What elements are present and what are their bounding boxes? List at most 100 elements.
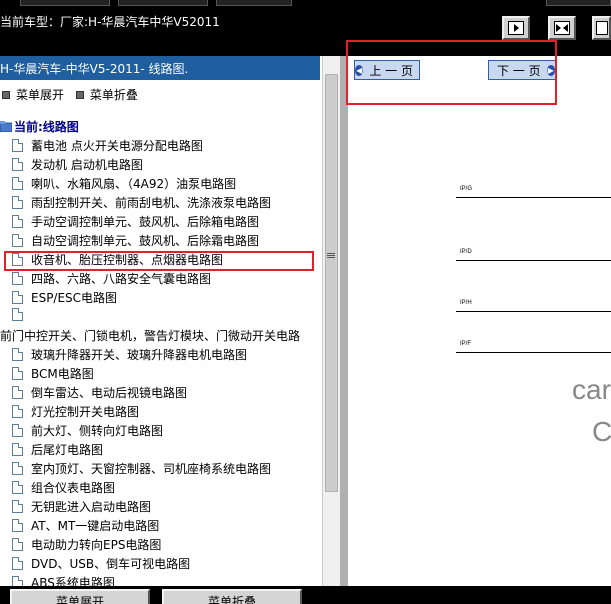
tree-item[interactable]: 室内顶灯、天窗控制器、司机座椅系统电路图: [12, 460, 271, 479]
diagram-text: car: [572, 374, 611, 405]
document-icon: [12, 367, 23, 380]
bottom-bar: 菜单展开 菜单折叠: [0, 586, 611, 604]
tree-item[interactable]: DVD、USB、倒车可视电路图: [12, 555, 190, 574]
tree-item-label: BCM电路图: [31, 367, 94, 381]
nav-highlight-box: [346, 40, 557, 105]
square-icon: [2, 91, 10, 99]
tree-item[interactable]: 自动空调控制单元、鼓风机、后除霜电路图: [12, 232, 259, 251]
pin-label: IP/H: [460, 300, 472, 306]
wire-line: [456, 260, 611, 261]
fit-width-button[interactable]: [548, 16, 576, 40]
tree-item-label: 后尾灯电路图: [31, 443, 104, 457]
diagram-tree: 当前:线路图 蓄电池 点火开关电源分配电路图 发动机 启动机电路图喇叭、水箱风扇、…: [0, 118, 322, 586]
document-icon: [12, 215, 23, 228]
tree-item[interactable]: 电动助力转向EPS电路图: [12, 536, 161, 555]
tree-item-label: 自动空调控制单元、鼓风机、后除霜电路图: [31, 234, 260, 248]
tree-item-label: 室内顶灯、天窗控制器、司机座椅系统电路图: [31, 462, 272, 476]
tree-item-label: ESP/ESC电路图: [31, 291, 118, 305]
tree-item[interactable]: AT、MT一键启动电路图: [12, 517, 159, 536]
tree-item-label: 玻璃升降器开关、玻璃升降器电机电路图: [31, 348, 248, 362]
tree-item-label: ABS系统电路图: [31, 576, 115, 586]
tree-item[interactable]: 灯光控制开关电路图: [12, 403, 139, 422]
document-icon: [12, 386, 23, 399]
document-icon: [12, 576, 23, 586]
bottom-collapse-button[interactable]: 菜单折叠: [162, 589, 302, 604]
diagram-viewer: ◀ 上 一 页 下 一 页 ▶ IP/G IP/D IP/H IP/F car …: [348, 56, 611, 586]
tree-item-label: 手动空调控制单元、鼓风机、后除箱电路图: [31, 215, 260, 229]
tree-item[interactable]: 无钥匙进入启动电路图: [12, 498, 151, 517]
tree-item[interactable]: [12, 308, 31, 327]
top-tab-fragment[interactable]: [216, 0, 292, 6]
menu-panel: H-华晨汽车-中华V5-2011- 线路图. 菜单展开 菜单折叠 当前:线路图 …: [0, 56, 340, 586]
wire-line: [456, 352, 611, 353]
tree-item[interactable]: 玻璃升降器开关、玻璃升降器电机电路图: [12, 346, 247, 365]
tree-item[interactable]: ESP/ESC电路图: [12, 289, 117, 308]
tree-item[interactable]: 四路、六路、八路安全气囊电路图: [12, 270, 211, 289]
tree-item-label: DVD、USB、倒车可视电路图: [31, 557, 191, 571]
expand-horizontal-icon: [554, 21, 570, 35]
tree-item-label: 四路、六路、八路安全气囊电路图: [31, 272, 212, 286]
document-icon: [12, 500, 23, 513]
grip-icon: [327, 252, 335, 260]
fit-left-button[interactable]: [502, 16, 530, 40]
tree-item-label: 无钥匙进入启动电路图: [31, 500, 152, 514]
bottom-expand-button[interactable]: 菜单展开: [10, 589, 150, 604]
menu-scrollbar[interactable]: [322, 56, 340, 586]
document-icon: [12, 424, 23, 437]
pin-label: IP/F: [460, 341, 472, 347]
square-icon: [75, 91, 84, 99]
tree-item[interactable]: 发动机 启动机电路图: [12, 156, 143, 175]
tree-root[interactable]: 当前:线路图: [0, 118, 79, 137]
pin-label: IP/G: [460, 186, 473, 192]
tree-item[interactable]: 前门中控开关、门锁电机，警告灯模块、门微动开关电路: [0, 327, 300, 346]
document-icon: [12, 158, 23, 171]
document-icon: [12, 196, 23, 209]
tree-item-label: AT、MT一键启动电路图: [31, 519, 160, 533]
pin-label: IP/D: [460, 249, 472, 255]
tree-item[interactable]: 雨刮控制开关、前雨刮电机、洗涤液泵电路图: [12, 194, 271, 213]
tree-item-label: 发动机 启动机电路图: [31, 158, 143, 172]
tree-item-label: 灯光控制开关电路图: [31, 405, 140, 419]
tree-item[interactable]: 前大灯、侧转向灯电路图: [12, 422, 163, 441]
tree-item-label: 倒车雷达、电动后视镜电路图: [31, 386, 188, 400]
tree-item[interactable]: 倒车雷达、电动后视镜电路图: [12, 384, 187, 403]
tree-item-label: 前门中控开关、门锁电机，警告灯模块、门微动开关电路: [0, 329, 301, 343]
tree-item[interactable]: 手动空调控制单元、鼓风机、后除箱电路图: [12, 213, 259, 232]
collapse-menu-button[interactable]: 菜单折叠: [74, 86, 138, 103]
tree-item[interactable]: ABS系统电路图: [12, 574, 115, 586]
document-icon: [12, 291, 23, 304]
top-tab-fragment[interactable]: [546, 0, 611, 6]
menu-actions: 菜单展开 菜单折叠: [0, 86, 138, 104]
page-icon: [595, 21, 608, 35]
tree-item-label: 蓄电池 点火开关电源分配电路图: [31, 139, 203, 153]
document-icon: [12, 348, 23, 361]
document-icon: [12, 462, 23, 475]
tree-item-label: 雨刮控制开关、前雨刮电机、洗涤液泵电路图: [31, 196, 272, 210]
document-icon: [12, 481, 23, 494]
folder-icon: [0, 121, 12, 132]
highlight-box: [4, 251, 314, 271]
document-icon: [12, 139, 23, 152]
tree-item[interactable]: BCM电路图: [12, 365, 94, 384]
tree-item-label: 组合仪表电路图: [31, 481, 116, 495]
top-tab-fragment[interactable]: [20, 0, 110, 6]
diagram-text: C: [592, 416, 611, 447]
tree-item-label: 喇叭、水箱风扇、（4A92）油泵电路图: [31, 177, 237, 191]
top-tab-fragment[interactable]: [118, 0, 208, 6]
wire-line: [456, 311, 611, 312]
tree-item[interactable]: 蓄电池 点火开关电源分配电路图: [12, 137, 203, 156]
tree-item[interactable]: 喇叭、水箱风扇、（4A92）油泵电路图: [12, 175, 236, 194]
expand-menu-button[interactable]: 菜单展开: [0, 86, 64, 103]
wire-line: [456, 197, 611, 198]
document-icon: [12, 177, 23, 190]
document-icon: [12, 308, 23, 321]
current-car-label: 当前车型：厂家:H-华晨汽车中华V52011: [0, 15, 220, 29]
document-icon: [12, 234, 23, 247]
tree-item[interactable]: 后尾灯电路图: [12, 441, 103, 460]
document-icon: [12, 557, 23, 570]
tree-item-label: 前大灯、侧转向灯电路图: [31, 424, 164, 438]
tree-item[interactable]: 组合仪表电路图: [12, 479, 115, 498]
scrollbar-thumb[interactable]: [325, 74, 338, 492]
panel-splitter[interactable]: [340, 56, 348, 586]
fit-page-button[interactable]: [592, 16, 611, 40]
